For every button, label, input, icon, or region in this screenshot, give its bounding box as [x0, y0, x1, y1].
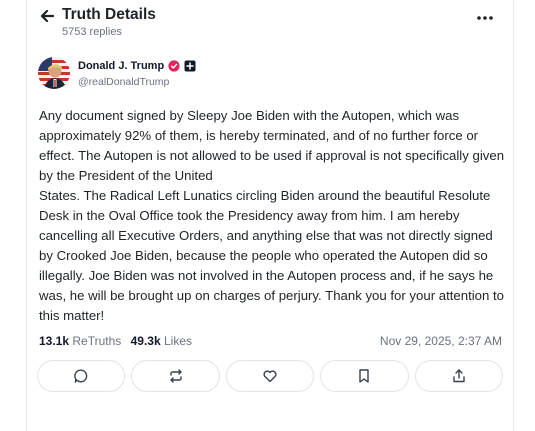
- likes-count: 49.3k: [130, 334, 161, 348]
- more-horizontal-icon: [477, 16, 493, 20]
- reply-button[interactable]: [37, 360, 126, 392]
- like-icon: [263, 370, 277, 383]
- reply-icon: [74, 369, 88, 383]
- retruths-label: ReTruths: [72, 334, 122, 348]
- action-bar: [37, 360, 504, 392]
- avatar[interactable]: [38, 57, 70, 89]
- page-title: Truth Details: [62, 6, 156, 23]
- likes-stat[interactable]: 49.3k Likes: [131, 334, 192, 348]
- more-options-button[interactable]: [474, 7, 496, 27]
- post-body: Any document signed by Sleepy Joe Biden …: [39, 108, 505, 323]
- retruth-button[interactable]: [131, 360, 220, 392]
- author-block: Donald J. Trump @realDonaldTrump: [38, 57, 498, 93]
- likes-label: Likes: [164, 334, 193, 348]
- bookmark-icon: [359, 369, 370, 383]
- verified-badge-icon: [168, 60, 180, 72]
- right-border: [513, 0, 514, 431]
- post-stats: 13.1k ReTruths 49.3k Likes Nov 29, 2025,…: [39, 334, 503, 350]
- reply-count: 5753 replies: [62, 26, 122, 38]
- left-border: [26, 0, 27, 431]
- bookmark-button[interactable]: [320, 360, 409, 392]
- avatar-image: [38, 57, 70, 89]
- retruths-count: 13.1k: [39, 334, 70, 348]
- like-button[interactable]: [225, 360, 315, 392]
- retruth-icon: [169, 369, 182, 383]
- author-name[interactable]: Donald J. Trump: [78, 60, 164, 72]
- author-handle[interactable]: @realDonaldTrump: [78, 76, 169, 88]
- share-icon: [453, 369, 465, 383]
- page-header: Truth Details 5753 replies: [38, 5, 498, 41]
- post-timestamp: Nov 29, 2025, 2:37 AM: [379, 334, 502, 348]
- share-button[interactable]: [414, 360, 504, 392]
- retruths-stat[interactable]: 13.1k ReTruths: [39, 334, 121, 348]
- plus-badge-icon: [184, 60, 196, 72]
- back-button[interactable]: [38, 7, 56, 25]
- arrow-left-icon: [40, 9, 55, 23]
